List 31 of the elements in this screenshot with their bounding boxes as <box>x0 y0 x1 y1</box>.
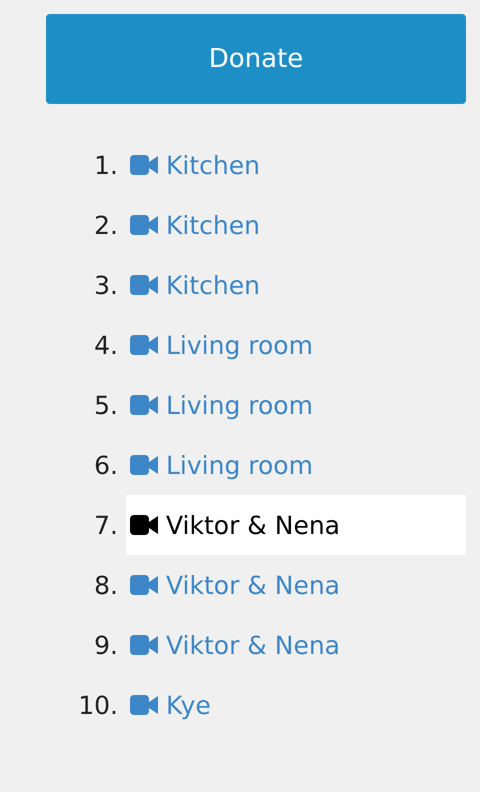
video-camera-icon <box>130 395 158 415</box>
video-link[interactable]: Viktor & Nena <box>126 495 466 555</box>
list-number: 6. <box>93 450 118 480</box>
list-number: 8. <box>93 570 118 600</box>
video-link[interactable]: Kye <box>126 675 466 735</box>
video-camera-icon <box>130 515 158 535</box>
video-link[interactable]: Living room <box>126 435 466 495</box>
list-number: 7. <box>93 510 118 540</box>
video-link[interactable]: Kitchen <box>126 195 466 255</box>
list-number: 4. <box>93 330 118 360</box>
video-camera-icon <box>130 335 158 355</box>
video-camera-icon <box>130 575 158 595</box>
video-link[interactable]: Living room <box>126 375 466 435</box>
video-camera-icon <box>130 635 158 655</box>
video-link[interactable]: Kitchen <box>126 255 466 315</box>
video-camera-icon <box>130 215 158 235</box>
video-camera-icon <box>130 455 158 475</box>
list-number: 5. <box>93 390 118 420</box>
video-camera-icon <box>130 275 158 295</box>
video-link[interactable]: Kitchen <box>126 135 466 195</box>
video-link[interactable]: Viktor & Nena <box>126 615 466 675</box>
list-number: 10. <box>77 690 118 720</box>
video-link[interactable]: Living room <box>126 315 466 375</box>
video-camera-icon <box>130 155 158 175</box>
list-number: 3. <box>93 270 118 300</box>
list-number: 2. <box>93 210 118 240</box>
video-camera-icon <box>130 695 158 715</box>
donate-button[interactable]: Donate <box>46 14 466 104</box>
list-number: 1. <box>93 150 118 180</box>
video-link[interactable]: Viktor & Nena <box>126 555 466 615</box>
list-number: 9. <box>93 630 118 660</box>
